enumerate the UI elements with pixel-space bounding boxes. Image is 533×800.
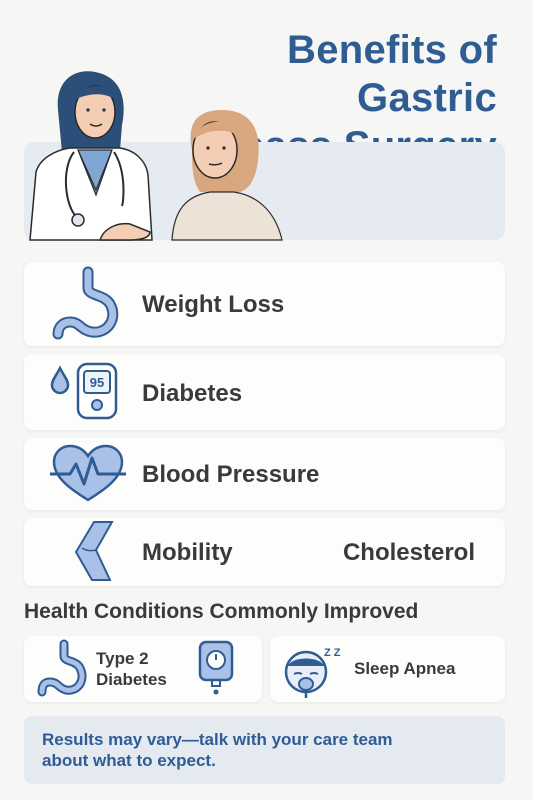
stomach-icon bbox=[52, 266, 119, 340]
doctor-patient-illustration bbox=[29, 71, 283, 241]
benefit-label: Mobility bbox=[142, 539, 233, 566]
meter-reading: 95 bbox=[90, 375, 104, 390]
condition-label-line1: Type 2 bbox=[96, 649, 149, 668]
condition-card-sleep-apnea: Z Z Sleep Apnea bbox=[270, 636, 505, 702]
benefit-card-diabetes: 95 Diabetes bbox=[24, 354, 505, 430]
heart-pulse-icon bbox=[50, 444, 126, 502]
knee-joint-icon bbox=[74, 521, 114, 581]
condition-label: Sleep Apnea bbox=[354, 659, 456, 678]
disclaimer-text: Results may vary—talk with your care tea… bbox=[42, 730, 393, 770]
benefit-label: Diabetes bbox=[142, 380, 243, 407]
glucose-meter-icon bbox=[198, 640, 234, 695]
condition-label: Type 2 Diabetes bbox=[96, 648, 167, 690]
benefit-label-secondary: Cholesterol bbox=[342, 539, 475, 566]
sleep-mask-icon: Z Z bbox=[284, 647, 341, 698]
patient-figure bbox=[171, 110, 283, 241]
benefit-label: Blood Pressure bbox=[142, 461, 320, 488]
condition-label-line2: Diabetes bbox=[96, 670, 167, 689]
conditions-title: Health Conditions Commonly Improved bbox=[24, 600, 419, 623]
condition-card-type2-diabetes: Type 2 Diabetes bbox=[24, 636, 262, 702]
glucose-meter-icon: 95 bbox=[50, 362, 118, 420]
benefit-card-mobility: Mobility Cholesterol bbox=[24, 518, 505, 586]
stomach-icon bbox=[37, 639, 87, 697]
benefit-card-blood-pressure: Blood Pressure bbox=[24, 438, 505, 510]
benefit-label: Weight Loss bbox=[142, 291, 285, 318]
doctor-figure bbox=[29, 71, 153, 241]
benefit-card-weight-loss: Weight Loss bbox=[24, 262, 505, 346]
disclaimer-note: Results may vary—talk with your care tea… bbox=[24, 716, 505, 784]
zz-text: Z Z bbox=[324, 647, 341, 659]
